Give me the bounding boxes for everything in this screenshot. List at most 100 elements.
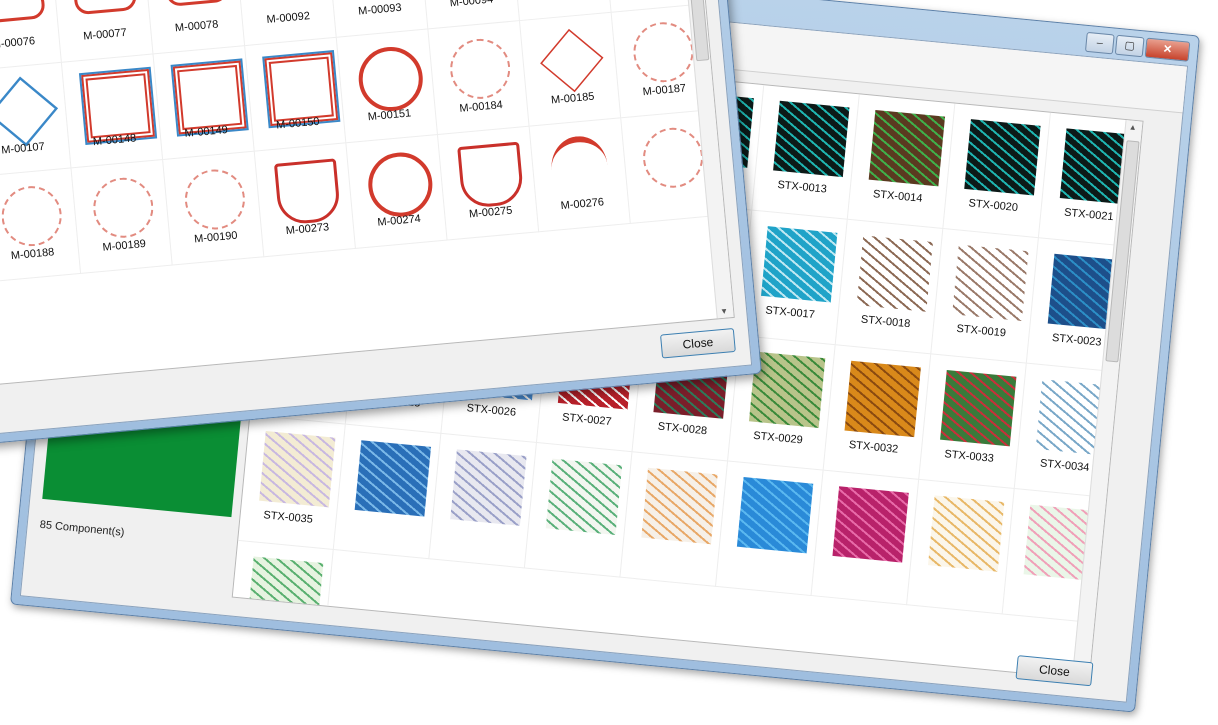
pattern-label <box>433 525 528 534</box>
motif-label: M-00151 <box>367 107 412 124</box>
motif-label: M-00274 <box>376 212 422 229</box>
diamond-motif-icon <box>0 76 59 147</box>
motif-label: M-00076 <box>0 35 36 52</box>
window-client-area: M-00076 M-00077 M-00078 M-00092 M-00093 M-000… <box>0 0 753 435</box>
motif-item[interactable]: M-00189 <box>71 159 173 274</box>
motif-label: M-00188 <box>10 246 55 263</box>
pattern-item[interactable] <box>811 470 920 606</box>
lace-motif-icon <box>640 125 706 191</box>
pattern-item[interactable]: STX-0018 <box>835 219 944 355</box>
pattern-thumbnail <box>952 244 1029 321</box>
motif-label: M-00094 <box>449 0 494 10</box>
pattern-item[interactable] <box>524 443 633 578</box>
shield-motif-icon <box>273 158 342 226</box>
lace-motif-icon <box>447 36 513 102</box>
motif-item[interactable]: M-00077 <box>52 0 154 63</box>
pattern-thumbnail <box>773 100 850 178</box>
pattern-thumbnail <box>868 109 946 187</box>
close-window-button[interactable]: ✕ <box>1144 37 1191 62</box>
ring-motif-icon <box>355 44 426 114</box>
pattern-label: STX-0020 <box>968 197 1019 215</box>
close-button[interactable]: Close <box>660 327 736 359</box>
motif-item[interactable]: M-00190 <box>163 151 265 266</box>
motif-item[interactable]: M-00150 <box>245 37 347 152</box>
motif-item[interactable]: M-00275 <box>437 126 540 241</box>
pattern-thumbnail <box>964 119 1041 196</box>
minimize-button[interactable]: – <box>1084 31 1115 55</box>
pattern-thumbnail <box>832 486 909 563</box>
pattern-label <box>528 535 623 544</box>
pattern-item[interactable]: STX-0032 <box>823 345 932 480</box>
motif-label: M-00077 <box>82 26 128 43</box>
oval-motif-icon <box>164 0 230 7</box>
maximize-button[interactable]: ▢ <box>1114 34 1145 58</box>
lace-motif-icon <box>630 19 697 85</box>
motif-item[interactable]: M-00149 <box>153 46 255 160</box>
motif-item[interactable]: M-00276 <box>529 118 631 233</box>
motif-label: M-00148 <box>92 132 137 149</box>
motif-item[interactable]: M-00185 <box>520 12 622 127</box>
pattern-thumbnail <box>927 495 1005 572</box>
pattern-item[interactable]: STX-0035 <box>238 415 346 551</box>
pattern-item[interactable]: STX-0033 <box>919 354 1027 490</box>
motif-label: M-00273 <box>285 221 330 238</box>
motif-label: M-00185 <box>550 90 595 107</box>
pattern-label: STX-0018 <box>860 313 911 331</box>
pattern-label: STX-0029 <box>752 429 804 447</box>
pattern-label: STX-0028 <box>657 420 708 438</box>
pattern-label <box>910 571 1005 580</box>
motif-cells: M-00076 M-00077 M-00078 M-00092 M-00093 M-000… <box>0 0 724 283</box>
pattern-thumbnail <box>761 226 838 303</box>
pattern-label: STX-0027 <box>561 411 613 429</box>
motif-label: M-00093 <box>357 1 403 18</box>
pattern-label: STX-0032 <box>848 438 899 456</box>
oval-motif-icon <box>0 0 46 24</box>
pattern-item[interactable] <box>231 540 334 676</box>
motif-item[interactable]: M-00274 <box>346 134 448 249</box>
motif-label: M-00092 <box>266 10 311 26</box>
component-count: 85 Component(s) <box>39 518 125 539</box>
motif-item[interactable]: M-00188 <box>0 168 82 283</box>
pattern-item[interactable] <box>333 424 442 560</box>
pattern-item[interactable] <box>715 461 824 597</box>
pattern-thumbnail <box>844 360 921 438</box>
pattern-item[interactable] <box>620 452 729 587</box>
star-motif-icon <box>540 28 604 93</box>
pattern-label: STX-0014 <box>872 188 923 205</box>
pattern-label: STX-0026 <box>466 402 517 419</box>
motif-item[interactable]: M-00151 <box>336 29 438 144</box>
pattern-label: STX-0033 <box>943 448 995 465</box>
motif-label: M-00276 <box>560 196 605 213</box>
pattern-item[interactable]: STX-0013 <box>752 85 860 220</box>
lace-motif-icon <box>90 175 156 241</box>
arch-motif-icon <box>548 133 611 201</box>
pattern-label <box>815 562 910 571</box>
scroll-down-icon[interactable]: ▼ <box>720 306 729 316</box>
pattern-label <box>232 632 324 641</box>
pattern-item[interactable] <box>907 479 1015 615</box>
pattern-thumbnail <box>354 440 432 517</box>
motif-item[interactable]: M-00078 <box>143 0 246 55</box>
motif-label: M-00104 <box>517 0 609 3</box>
scroll-up-icon[interactable]: ▲ <box>1128 122 1137 132</box>
motif-grid: M-00076 M-00077 M-00078 M-00092 M-00093 M-000… <box>0 0 735 385</box>
pattern-item[interactable]: STX-0020 <box>943 103 1051 239</box>
motif-item[interactable]: M-00076 <box>0 0 62 72</box>
motif-item[interactable]: M-00107 <box>0 62 72 177</box>
pattern-label <box>719 553 814 562</box>
motif-label: M-00184 <box>458 98 504 115</box>
motifs-window: M-00076 M-00077 M-00078 M-00092 M-00093 M-000… <box>0 0 762 445</box>
motif-item[interactable]: M-00184 <box>428 21 530 135</box>
motif-item[interactable]: M-00148 <box>61 54 164 169</box>
motif-item[interactable]: M-00273 <box>254 143 356 258</box>
motif-label: M-00275 <box>468 204 513 221</box>
pattern-label <box>337 516 432 525</box>
pattern-item[interactable]: STX-0014 <box>847 94 956 230</box>
pattern-thumbnail <box>259 431 336 508</box>
pattern-item[interactable] <box>429 433 537 569</box>
motif-label: M-00150 <box>275 115 321 132</box>
oval-motif-icon <box>72 0 138 16</box>
pattern-thumbnail <box>247 556 324 633</box>
pattern-thumbnail <box>641 467 718 545</box>
pattern-item[interactable]: STX-0019 <box>931 229 1039 364</box>
